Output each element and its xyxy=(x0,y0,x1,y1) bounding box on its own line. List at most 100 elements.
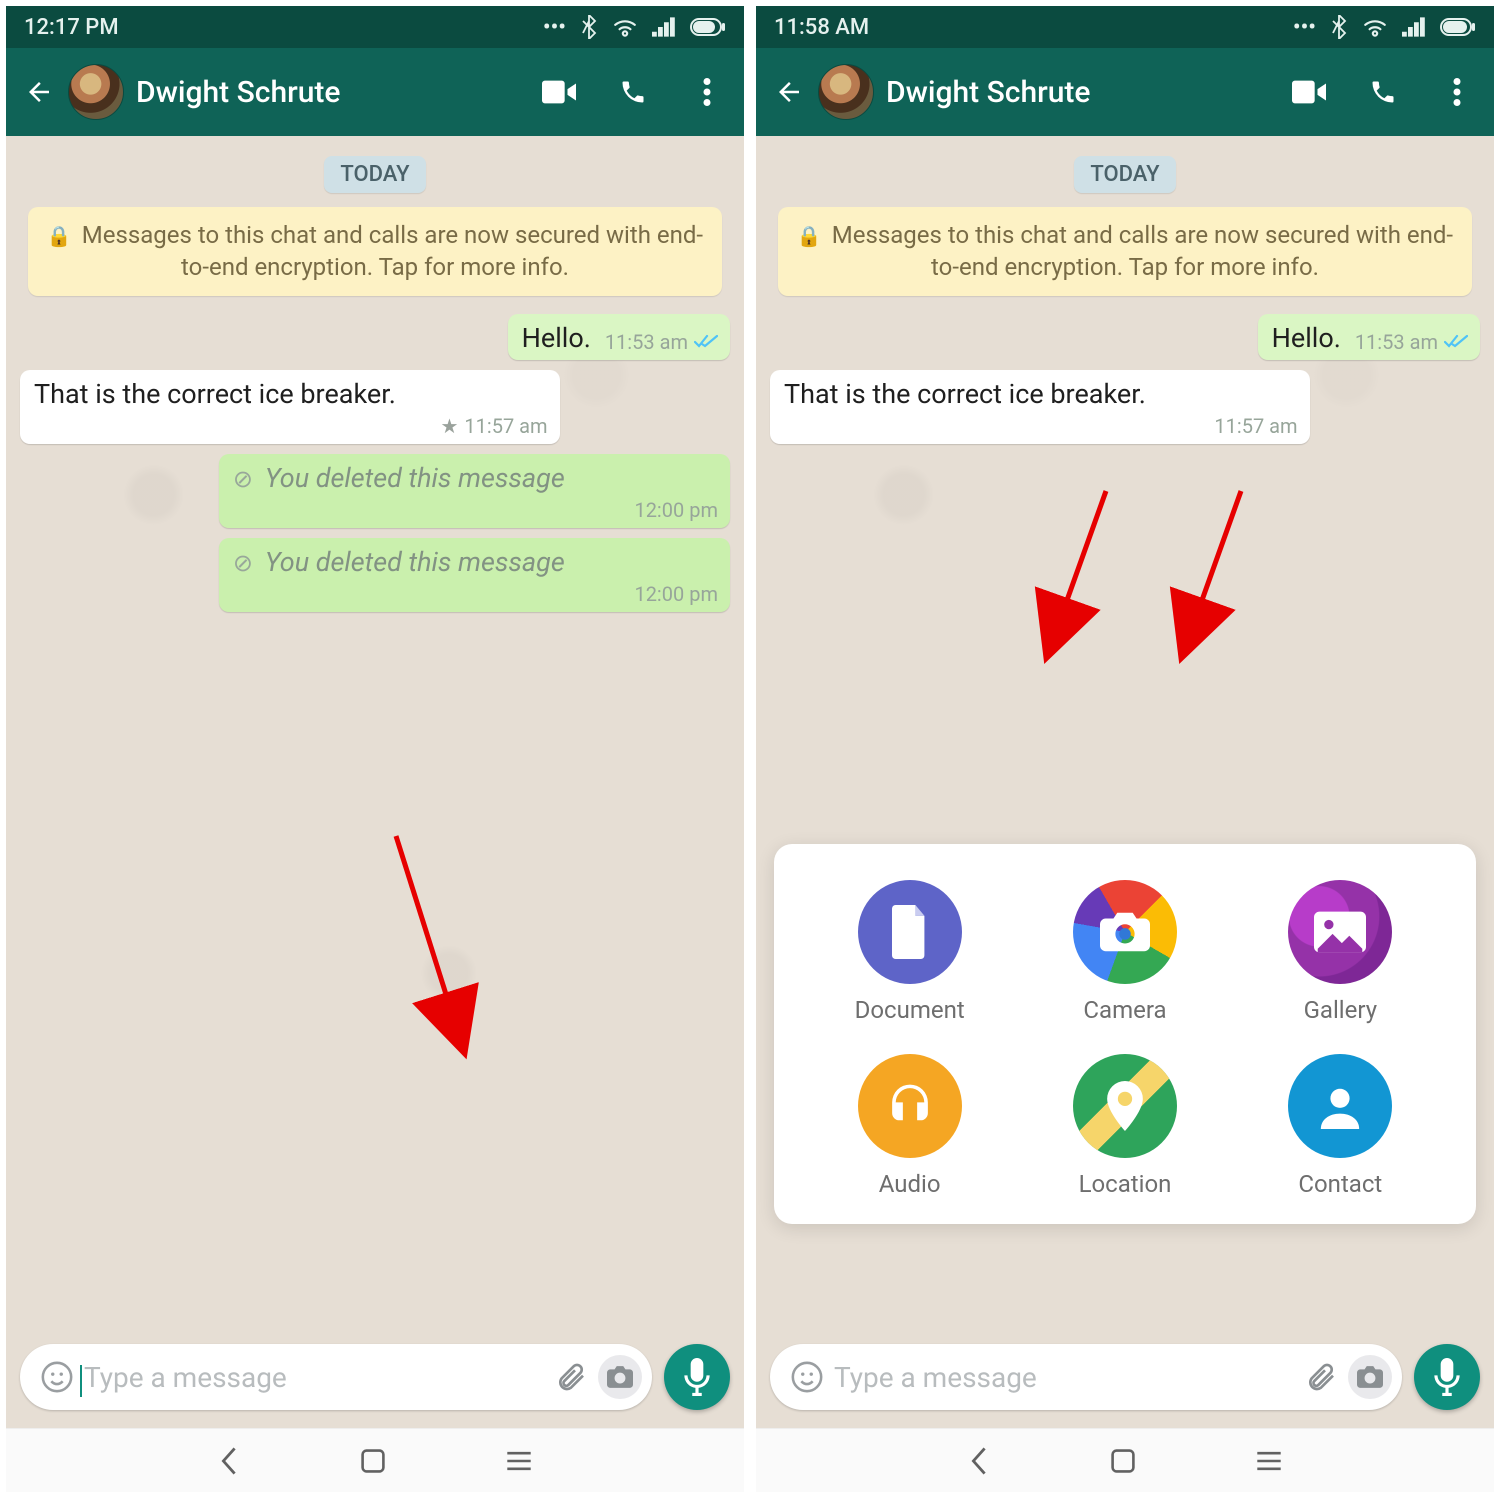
contact-icon xyxy=(1288,1054,1392,1158)
input-placeholder: Type a message xyxy=(834,1361,1037,1394)
camera-button[interactable] xyxy=(598,1355,642,1399)
attach-label: Document xyxy=(855,996,965,1024)
video-call-button[interactable] xyxy=(1292,75,1326,109)
attach-audio[interactable]: Audio xyxy=(802,1054,1017,1198)
message-time: 12:00 pm xyxy=(634,498,718,522)
message-text: That is the correct ice breaker. xyxy=(34,378,396,410)
message-time: 11:57 am xyxy=(1214,414,1297,438)
message-row[interactable]: Hello. 11:53 am xyxy=(770,314,1480,360)
back-button[interactable] xyxy=(772,75,806,109)
attach-contact[interactable]: Contact xyxy=(1233,1054,1448,1198)
phone-left: 12:17 PM ••• Dwight Schrute xyxy=(4,4,746,1494)
more-icon: ••• xyxy=(543,15,566,40)
bluetooth-icon xyxy=(1330,15,1348,39)
nav-back-icon[interactable] xyxy=(968,1447,990,1475)
message-row[interactable]: That is the correct ice breaker. 11:57 a… xyxy=(770,370,1480,444)
camera-button[interactable] xyxy=(1348,1355,1392,1399)
message-time: 12:00 pm xyxy=(634,582,718,606)
text-cursor xyxy=(80,1365,82,1397)
lock-icon: 🔒 xyxy=(47,224,72,248)
encryption-notice[interactable]: 🔒 Messages to this chat and calls are no… xyxy=(778,207,1472,296)
nav-home-icon[interactable] xyxy=(1110,1448,1136,1474)
message-row[interactable]: ⊘ You deleted this message 12:00 pm xyxy=(20,538,730,612)
status-time: 12:17 PM xyxy=(24,15,119,40)
location-icon xyxy=(1073,1054,1177,1158)
emoji-button[interactable] xyxy=(784,1354,830,1400)
avatar[interactable] xyxy=(818,64,874,120)
annotation-arrow xyxy=(1161,481,1261,655)
encryption-text: Messages to this chat and calls are now … xyxy=(832,221,1453,281)
mic-button[interactable] xyxy=(664,1344,730,1410)
avatar[interactable] xyxy=(68,64,124,120)
message-time: 11:53 am xyxy=(605,330,688,354)
message-input-container: Type a message xyxy=(770,1344,1402,1410)
signal-icon xyxy=(652,17,676,37)
read-ticks-icon xyxy=(1444,334,1468,350)
audio-icon xyxy=(858,1054,962,1158)
chat-area[interactable]: TODAY 🔒 Messages to this chat and calls … xyxy=(756,136,1494,1332)
message-input[interactable]: Type a message xyxy=(80,1361,548,1394)
gallery-icon xyxy=(1288,880,1392,984)
video-call-button[interactable] xyxy=(542,75,576,109)
attach-gallery[interactable]: Gallery xyxy=(1233,880,1448,1024)
status-icons: ••• xyxy=(543,15,726,40)
wifi-icon xyxy=(612,17,638,37)
attach-label: Gallery xyxy=(1304,996,1378,1024)
message-text: Hello. xyxy=(1272,322,1341,354)
date-chip: TODAY xyxy=(1074,156,1175,193)
attach-document[interactable]: Document xyxy=(802,880,1017,1024)
contact-name[interactable]: Dwight Schrute xyxy=(136,75,530,110)
encryption-notice[interactable]: 🔒 Messages to this chat and calls are no… xyxy=(28,207,722,296)
voice-call-button[interactable] xyxy=(616,75,650,109)
message-row[interactable]: ⊘ You deleted this message 12:00 pm xyxy=(20,454,730,528)
attach-button[interactable] xyxy=(1298,1354,1344,1400)
blocked-icon: ⊘ xyxy=(233,549,253,577)
voice-call-button[interactable] xyxy=(1366,75,1400,109)
annotation-arrow xyxy=(386,826,496,1060)
blocked-icon: ⊘ xyxy=(233,465,253,493)
attach-button[interactable] xyxy=(548,1354,594,1400)
attach-location[interactable]: Location xyxy=(1017,1054,1232,1198)
message-row[interactable]: That is the correct ice breaker. ★ 11:57… xyxy=(20,370,730,444)
encryption-text: Messages to this chat and calls are now … xyxy=(82,221,703,281)
contact-name[interactable]: Dwight Schrute xyxy=(886,75,1280,110)
status-bar: 11:58 AM ••• xyxy=(756,6,1494,48)
chat-area[interactable]: TODAY 🔒 Messages to this chat and calls … xyxy=(6,136,744,1332)
more-icon: ••• xyxy=(1293,15,1316,40)
status-bar: 12:17 PM ••• xyxy=(6,6,744,48)
message-input[interactable]: Type a message xyxy=(830,1361,1298,1394)
nav-bar xyxy=(756,1428,1494,1492)
nav-recents-icon[interactable] xyxy=(506,1450,532,1472)
message-input-container: Type a message xyxy=(20,1344,652,1410)
input-bar: Type a message xyxy=(756,1332,1494,1428)
nav-bar xyxy=(6,1428,744,1492)
message-row[interactable]: Hello. 11:53 am xyxy=(20,314,730,360)
nav-recents-icon[interactable] xyxy=(1256,1450,1282,1472)
signal-icon xyxy=(1402,17,1426,37)
more-menu-button[interactable] xyxy=(690,75,724,109)
status-time: 11:58 AM xyxy=(774,15,869,40)
emoji-button[interactable] xyxy=(34,1354,80,1400)
date-chip: TODAY xyxy=(324,156,425,193)
attach-label: Camera xyxy=(1083,996,1166,1024)
message-text: You deleted this message xyxy=(265,462,565,494)
attach-camera[interactable]: Camera xyxy=(1017,880,1232,1024)
nav-home-icon[interactable] xyxy=(360,1448,386,1474)
phone-right: 11:58 AM ••• Dwight Schrute xyxy=(754,4,1496,1494)
battery-icon xyxy=(1440,18,1476,36)
document-icon xyxy=(858,880,962,984)
annotation-arrow xyxy=(1026,481,1126,655)
starred-icon: ★ xyxy=(440,414,458,438)
nav-back-icon[interactable] xyxy=(218,1447,240,1475)
mic-button[interactable] xyxy=(1414,1344,1480,1410)
bluetooth-icon xyxy=(580,15,598,39)
back-button[interactable] xyxy=(22,75,56,109)
message-time: 11:57 am xyxy=(464,414,547,438)
attach-label: Audio xyxy=(879,1170,941,1198)
message-time: 11:53 am xyxy=(1355,330,1438,354)
message-text: Hello. xyxy=(522,322,591,354)
attachment-sheet: Document Camera Gallery Audio xyxy=(774,844,1476,1224)
chat-header: Dwight Schrute xyxy=(756,48,1494,136)
status-icons: ••• xyxy=(1293,15,1476,40)
more-menu-button[interactable] xyxy=(1440,75,1474,109)
